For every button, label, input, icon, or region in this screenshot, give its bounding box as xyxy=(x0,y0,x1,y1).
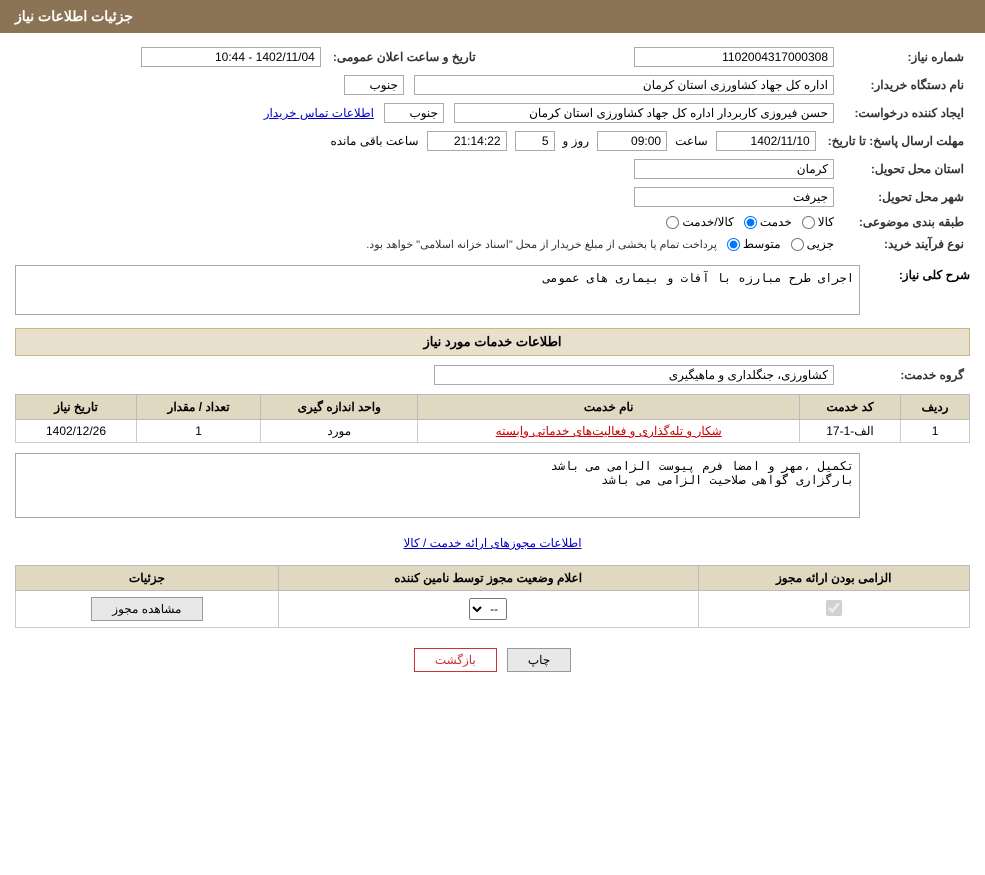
permissions-table: الزامی بودن ارائه مجوز اعلام وضعیت مجوز … xyxy=(15,565,970,628)
purchase-type-label: نوع فرآیند خرید: xyxy=(840,233,970,255)
perm-required-checkbox xyxy=(826,600,842,616)
purchase-motovaset-option[interactable]: متوسط xyxy=(727,237,781,251)
permission-section-link[interactable]: اطلاعات مجوزهای ارائه خدمت / کالا xyxy=(15,531,970,555)
need-number-label: شماره نیاز: xyxy=(840,43,970,71)
deadline-remaining-input[interactable] xyxy=(427,131,507,151)
table-row: 1 الف-1-17 شکار و تله‌گذاری و فعالیت‌های… xyxy=(16,420,970,443)
general-desc-container: اجرای طرح مبارزه با آفات و بیماری های عم… xyxy=(15,265,860,318)
general-desc-textarea[interactable]: اجرای طرح مبارزه با آفات و بیماری های عم… xyxy=(15,265,860,315)
service-group-value xyxy=(15,361,840,389)
print-button[interactable]: چاپ xyxy=(507,648,571,672)
perm-col-details: جزئیات xyxy=(16,566,279,591)
deadline-days-input[interactable] xyxy=(515,131,555,151)
buyer-notes-textarea[interactable]: تکمیل ،مهر و امضا فرم پیوست الزامی می با… xyxy=(15,453,860,518)
announce-date-label: تاریخ و ساعت اعلان عمومی: xyxy=(327,43,496,71)
buyer-notes-label xyxy=(870,453,970,456)
deadline-value: ساعت روز و ساعت باقی مانده xyxy=(15,127,822,155)
deadline-date-input[interactable] xyxy=(716,131,816,151)
col-code: کد خدمت xyxy=(799,395,900,420)
creator-label: ایجاد کننده درخواست: xyxy=(840,99,970,127)
service-section-title: اطلاعات خدمات مورد نیاز xyxy=(15,328,970,356)
province-value xyxy=(15,155,840,183)
col-name: نام خدمت xyxy=(418,395,799,420)
perm-details-cell: مشاهده مجوز xyxy=(16,591,279,628)
city-label: شهر محل تحویل: xyxy=(840,183,970,211)
buyer-notes-section: تکمیل ،مهر و امضا فرم پیوست الزامی می با… xyxy=(15,453,970,521)
permission-row: -- مشاهده مجوز xyxy=(16,591,970,628)
page-header: جزئیات اطلاعات نیاز xyxy=(0,0,985,33)
category-kala-option[interactable]: کالا xyxy=(802,215,834,229)
general-desc-section: شرح کلی نیاز: اجرای طرح مبارزه با آفات و… xyxy=(15,265,970,318)
back-button[interactable]: بازگشت xyxy=(414,648,497,672)
category-label: طبقه بندی موضوعی: xyxy=(840,211,970,233)
row-code: الف-1-17 xyxy=(799,420,900,443)
col-row: ردیف xyxy=(901,395,970,420)
perm-status-cell: -- xyxy=(278,591,698,628)
province-info-table: استان محل تحویل: xyxy=(15,155,970,183)
perm-status-select[interactable]: -- xyxy=(469,598,507,620)
category-khedmat-option[interactable]: خدمت xyxy=(744,215,792,229)
service-group-label: گروه خدمت: xyxy=(840,361,970,389)
creator-input[interactable] xyxy=(454,103,834,123)
col-unit: واحد اندازه گیری xyxy=(261,395,418,420)
creator-region-input[interactable] xyxy=(384,103,444,123)
service-group-table: گروه خدمت: xyxy=(15,361,970,389)
city-value xyxy=(15,183,840,211)
services-table: ردیف کد خدمت نام خدمت واحد اندازه گیری ت… xyxy=(15,394,970,443)
deadline-time-input[interactable] xyxy=(597,131,667,151)
need-number-input[interactable] xyxy=(634,47,834,67)
buyer-org-value xyxy=(15,71,840,99)
page-wrapper: جزئیات اطلاعات نیاز شماره نیاز: تاریخ و … xyxy=(0,0,985,875)
deadline-days-label: روز و xyxy=(563,134,590,148)
main-content: شماره نیاز: تاریخ و ساعت اعلان عمومی: نا… xyxy=(0,33,985,697)
permissions-section: الزامی بودن ارائه مجوز اعلام وضعیت مجوز … xyxy=(15,565,970,628)
announce-date-input[interactable] xyxy=(141,47,321,67)
view-permit-button[interactable]: مشاهده مجوز xyxy=(91,597,202,621)
page-title: جزئیات اطلاعات نیاز xyxy=(15,8,133,24)
row-name: شکار و تله‌گذاری و فعالیت‌های خدماتی واب… xyxy=(418,420,799,443)
header-info-table: شماره نیاز: تاریخ و ساعت اعلان عمومی: xyxy=(15,43,970,71)
buyer-org-label: نام دستگاه خریدار: xyxy=(840,71,970,99)
category-info-table: طبقه بندی موضوعی: کالا خدمت کالا/خدمت xyxy=(15,211,970,233)
perm-col-required: الزامی بودن ارائه مجوز xyxy=(698,566,970,591)
general-desc-label: شرح کلی نیاز: xyxy=(870,265,970,282)
creator-value: اطلاعات تماس خریدار xyxy=(15,99,840,127)
row-number: 1 xyxy=(901,420,970,443)
buyer-notes-container: تکمیل ،مهر و امضا فرم پیوست الزامی می با… xyxy=(15,453,860,521)
deadline-label: مهلت ارسال پاسخ: تا تاریخ: xyxy=(822,127,970,155)
announce-date-value xyxy=(15,43,327,71)
buyer-region-input[interactable] xyxy=(344,75,404,95)
purchase-type-note: پرداخت تمام یا بخشی از مبلغ خریدار از مح… xyxy=(366,238,717,251)
row-name-link[interactable]: شکار و تله‌گذاری و فعالیت‌های خدماتی واب… xyxy=(496,424,722,438)
col-qty: تعداد / مقدار xyxy=(137,395,261,420)
purchase-type-value: جزیی متوسط پرداخت تمام یا بخشی از مبلغ خ… xyxy=(15,233,840,255)
row-qty: 1 xyxy=(137,420,261,443)
action-buttons: چاپ بازگشت xyxy=(15,633,970,687)
deadline-remaining-label: ساعت باقی مانده xyxy=(330,134,418,148)
deadline-time-label: ساعت xyxy=(675,134,708,148)
purchase-type-table: نوع فرآیند خرید: جزیی متوسط پرداخت تمام … xyxy=(15,233,970,255)
need-number-value xyxy=(496,43,840,71)
deadline-info-table: مهلت ارسال پاسخ: تا تاریخ: ساعت روز و سا… xyxy=(15,127,970,155)
buyer-info-table: نام دستگاه خریدار: xyxy=(15,71,970,99)
province-label: استان محل تحویل: xyxy=(840,155,970,183)
row-date: 1402/12/26 xyxy=(16,420,137,443)
perm-col-status: اعلام وضعیت مجوز توسط نامین کننده xyxy=(278,566,698,591)
row-unit: مورد xyxy=(261,420,418,443)
col-date: تاریخ نیاز xyxy=(16,395,137,420)
province-input[interactable] xyxy=(634,159,834,179)
category-kala-khedmat-option[interactable]: کالا/خدمت xyxy=(666,215,733,229)
city-input[interactable] xyxy=(634,187,834,207)
buyer-org-input[interactable] xyxy=(414,75,834,95)
service-group-input[interactable] xyxy=(434,365,834,385)
purchase-jozii-option[interactable]: جزیی xyxy=(791,237,834,251)
creator-contact-link[interactable]: اطلاعات تماس خریدار xyxy=(264,106,374,120)
creator-info-table: ایجاد کننده درخواست: اطلاعات تماس خریدار xyxy=(15,99,970,127)
perm-required-cell xyxy=(698,591,970,628)
category-value: کالا خدمت کالا/خدمت xyxy=(15,211,840,233)
city-info-table: شهر محل تحویل: xyxy=(15,183,970,211)
